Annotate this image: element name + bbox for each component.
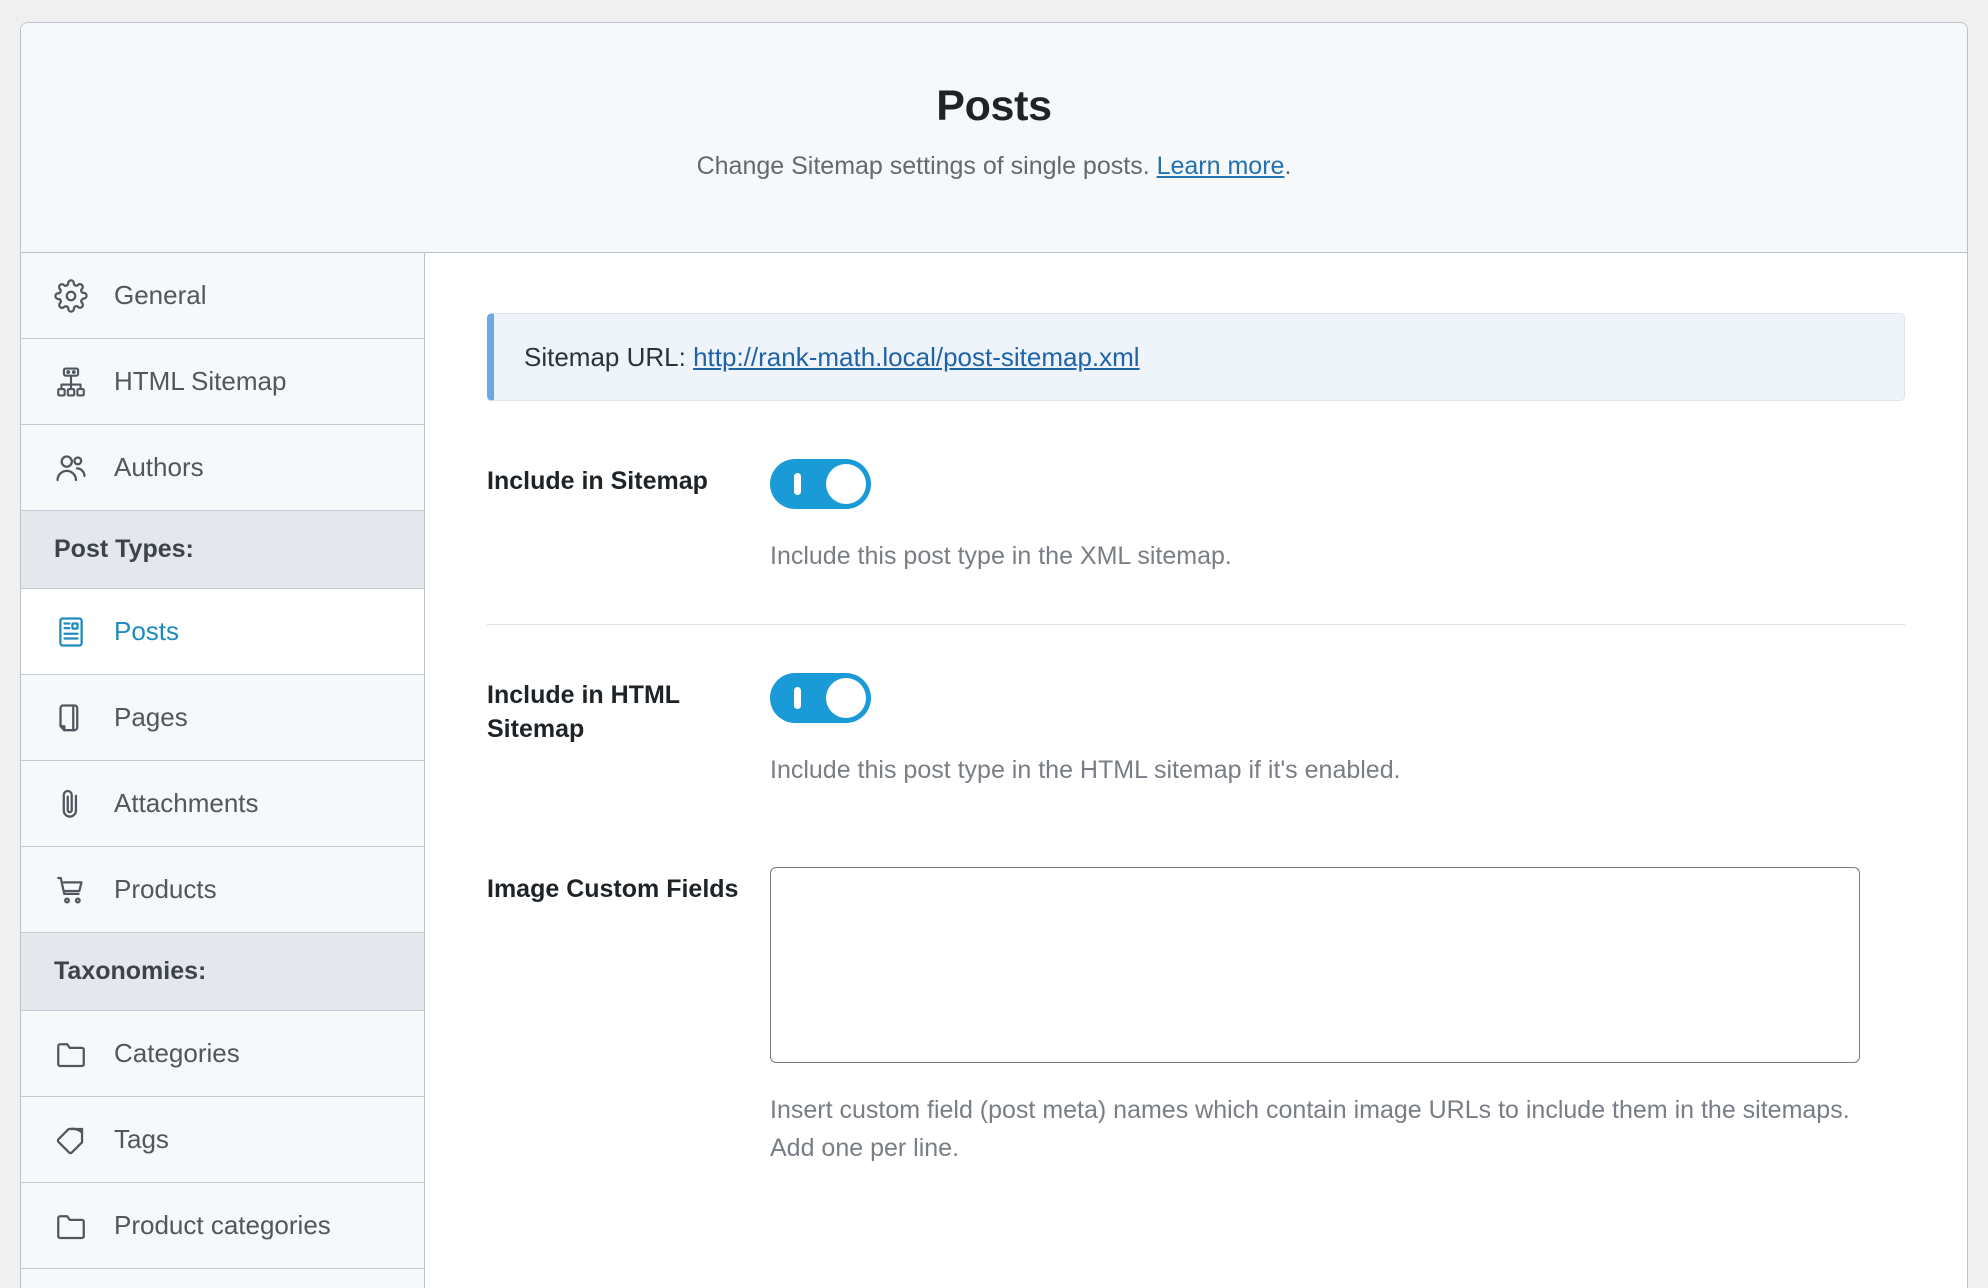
sidebar-item-general[interactable]: General [21,253,424,339]
sidebar-item-label: Attachments [114,788,259,818]
image-custom-fields-textarea-wrap[interactable] [770,866,1860,1063]
sidebar-item-label: Pages [114,702,188,732]
panel-header: Posts Change Sitemap settings of single … [21,23,1967,253]
sidebar-item-label: General [114,280,207,310]
panel-body: General HTML Sitemap Authors Post Types: [21,253,1967,1288]
sitemap-icon [54,365,88,399]
field-include-in-sitemap: Include in Sitemap Include this post typ… [487,459,1905,576]
toggle-knob [826,677,866,718]
sidebar-group-post-types: Post Types: [21,511,424,589]
sidebar-item-categories[interactable]: Categories [21,1011,424,1097]
field-label: Include in Sitemap [487,467,708,495]
sidebar-item-product-categories[interactable]: Product categories [21,1183,424,1269]
learn-more-link[interactable]: Learn more [1157,152,1285,180]
sidebar-item-attachments[interactable]: Attachments [21,761,424,847]
settings-content: Sitemap URL: http://rank-math.local/post… [425,253,1967,1288]
field-image-custom-fields: Image Custom Fields Insert custom field … [487,866,1905,1169]
field-description: Include this post type in the XML sitema… [770,542,1232,570]
sidebar-item-pages[interactable]: Pages [21,675,424,761]
folder-icon [54,1209,88,1243]
gear-icon [54,278,88,313]
page-icon [54,701,88,735]
sidebar-item-label: Authors [114,452,204,482]
field-label: Include in HTML Sitemap [487,680,680,743]
settings-panel: Posts Change Sitemap settings of single … [20,22,1968,1288]
sitemap-url-label: Sitemap URL: [524,341,686,372]
cart-icon [54,873,88,907]
sidebar-group-taxonomies: Taxonomies: [21,933,424,1011]
users-icon [54,451,88,485]
page-title: Posts [936,81,1052,130]
image-custom-fields-textarea[interactable] [771,867,1859,1062]
sidebar-item-products[interactable]: Products [21,847,424,933]
include-in-sitemap-toggle[interactable] [770,459,871,509]
sitemap-url-link[interactable]: http://rank-math.local/post-sitemap.xml [693,342,1140,372]
page-subtitle-suffix: . [1284,151,1292,180]
tag-icon [54,1123,88,1157]
sidebar-item-label: Categories [114,1038,240,1068]
toggle-bar [794,473,801,495]
sidebar-item-label: Product categories [114,1210,331,1240]
sidebar-item-label: Tags [114,1124,169,1154]
sidebar-item-tags[interactable]: Tags [21,1097,424,1183]
toggle-bar [794,686,801,709]
field-include-in-html-sitemap: Include in HTML Sitemap Include this pos… [487,672,1905,790]
sidebar-item-posts[interactable]: Posts [21,589,424,675]
field-label: Image Custom Fields [487,874,739,903]
include-in-html-sitemap-toggle[interactable] [770,672,871,723]
page-subtitle-text: Change Sitemap settings of single posts. [696,151,1150,180]
settings-sidebar: General HTML Sitemap Authors Post Types: [21,253,425,1288]
sitemap-url-text: Sitemap URL: http://rank-math.local/post… [524,342,1140,373]
post-icon [54,615,88,649]
page-subtitle: Change Sitemap settings of single posts.… [697,150,1292,183]
field-control: Include this post type in the XML sitema… [770,459,1905,576]
toggle-knob [826,464,866,504]
sidebar-group-label: Taxonomies: [54,957,207,985]
folder-icon [54,1037,88,1071]
sitemap-url-notice: Sitemap URL: http://rank-math.local/post… [487,313,1905,401]
sidebar-item-label: HTML Sitemap [114,366,287,396]
section-divider [487,623,1905,625]
sitemap-settings-page: Posts Change Sitemap settings of single … [0,0,1988,1288]
field-control: Include this post type in the HTML sitem… [770,672,1905,790]
sidebar-item-label: Posts [114,616,180,646]
field-control: Insert custom field (post meta) names wh… [770,866,1905,1169]
paperclip-icon [54,787,88,821]
sidebar-item-html-sitemap[interactable]: HTML Sitemap [21,339,424,425]
field-description: Include this post type in the HTML sitem… [770,755,1401,784]
field-description: Insert custom field (post meta) names wh… [770,1095,1850,1163]
sidebar-item-label: Products [114,874,217,904]
sidebar-group-label: Post Types: [54,535,194,563]
sidebar-item-authors[interactable]: Authors [21,425,424,511]
